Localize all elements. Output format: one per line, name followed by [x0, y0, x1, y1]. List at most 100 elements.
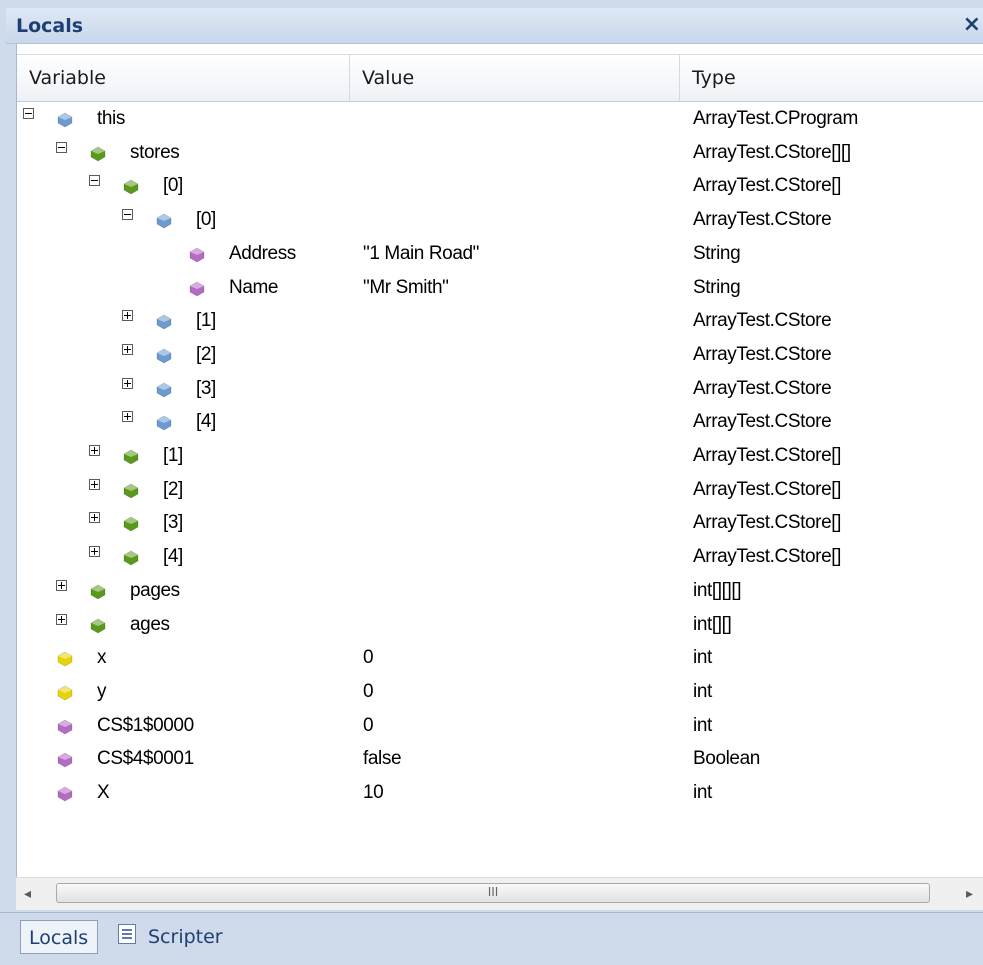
- window-title: Locals: [16, 15, 84, 37]
- column-header-value[interactable]: Value: [350, 55, 680, 101]
- variable-value: 0: [363, 647, 374, 668]
- expand-plus-icon[interactable]: [89, 479, 100, 490]
- tree-row[interactable]: X 10 int: [17, 776, 983, 810]
- variable-type: ArrayTest.CStore[]: [693, 546, 842, 567]
- tree-row[interactable]: [4] ArrayTest.CStore: [17, 405, 983, 439]
- tree-row[interactable]: stores ArrayTest.CStore[][]: [17, 136, 983, 170]
- variable-value: "1 Main Road": [363, 243, 480, 264]
- variable-name: [0]: [163, 175, 183, 196]
- variable-type: ArrayTest.CStore: [693, 209, 832, 230]
- collapse-minus-icon[interactable]: [56, 142, 67, 153]
- expand-plus-icon[interactable]: [56, 614, 67, 625]
- locals-window: Locals × Variable Value Type this ArrayTe…: [0, 0, 983, 965]
- tree-row[interactable]: [2] ArrayTest.CStore: [17, 338, 983, 372]
- expand-plus-icon[interactable]: [122, 411, 133, 422]
- collapse-minus-icon[interactable]: [89, 175, 100, 186]
- scroll-left-icon[interactable]: ◂: [24, 886, 31, 902]
- expand-plus-icon[interactable]: [122, 378, 133, 389]
- variable-value: "Mr Smith": [363, 277, 449, 298]
- variable-name: ages: [130, 614, 170, 635]
- expand-plus-icon[interactable]: [89, 512, 100, 523]
- variable-type: int[][][]: [693, 580, 742, 601]
- variable-type: ArrayTest.CStore: [693, 310, 832, 331]
- variable-type: int: [693, 782, 712, 803]
- tree-row[interactable]: Address "1 Main Road" String: [17, 237, 983, 271]
- tree-row[interactable]: [0] ArrayTest.CStore[]: [17, 169, 983, 203]
- scripter-icon: [118, 924, 136, 944]
- tree-row[interactable]: [3] ArrayTest.CStore: [17, 372, 983, 406]
- blue-gem-icon: [156, 314, 172, 330]
- purple-gem-icon: [57, 752, 73, 768]
- variable-type: ArrayTest.CStore: [693, 411, 832, 432]
- scroll-right-icon[interactable]: ▸: [966, 886, 973, 902]
- tree-row[interactable]: CS$4$0001 false Boolean: [17, 742, 983, 776]
- expand-plus-icon[interactable]: [56, 580, 67, 591]
- variable-type: int: [693, 681, 712, 702]
- tree-row[interactable]: [2] ArrayTest.CStore[]: [17, 473, 983, 507]
- variable-type: ArrayTest.CProgram: [693, 108, 858, 129]
- tree-row[interactable]: this ArrayTest.CProgram: [17, 102, 983, 136]
- green-gem-icon: [90, 584, 106, 600]
- tree-row[interactable]: [3] ArrayTest.CStore[]: [17, 506, 983, 540]
- tree-row[interactable]: [0] ArrayTest.CStore: [17, 203, 983, 237]
- variable-name: Name: [229, 277, 279, 298]
- green-gem-icon: [123, 550, 139, 566]
- tab-locals[interactable]: Locals: [20, 920, 98, 954]
- variable-name: [0]: [196, 209, 216, 230]
- variable-value: 0: [363, 681, 374, 702]
- collapse-minus-icon[interactable]: [23, 108, 34, 119]
- collapse-minus-icon[interactable]: [122, 209, 133, 220]
- variable-type: ArrayTest.CStore: [693, 344, 832, 365]
- tree-row[interactable]: x 0 int: [17, 641, 983, 675]
- variable-name: y: [97, 681, 107, 702]
- expand-plus-icon[interactable]: [89, 546, 100, 557]
- tree-row[interactable]: ages int[][]: [17, 608, 983, 642]
- tab-locals-label: Locals: [29, 927, 89, 949]
- variable-value: 0: [363, 715, 374, 736]
- purple-gem-icon: [189, 247, 205, 263]
- green-gem-icon: [123, 179, 139, 195]
- horizontal-scrollbar[interactable]: ◂ III ▸: [16, 877, 983, 910]
- tree-row[interactable]: [1] ArrayTest.CStore[]: [17, 439, 983, 473]
- variable-type: String: [693, 277, 741, 298]
- blue-gem-icon: [156, 213, 172, 229]
- yellow-gem-icon: [57, 685, 73, 701]
- tree-row[interactable]: [4] ArrayTest.CStore[]: [17, 540, 983, 574]
- tree-row[interactable]: y 0 int: [17, 675, 983, 709]
- variable-name: [3]: [163, 512, 183, 533]
- scrollbar-thumb[interactable]: III: [56, 883, 930, 903]
- purple-gem-icon: [189, 281, 205, 297]
- variable-type: Boolean: [693, 748, 760, 769]
- variable-value: false: [363, 748, 402, 769]
- expand-plus-icon[interactable]: [122, 344, 133, 355]
- tree-row[interactable]: Name "Mr Smith" String: [17, 271, 983, 305]
- variable-type: int: [693, 647, 712, 668]
- variable-name: Address: [229, 243, 296, 264]
- variable-name: [2]: [196, 344, 216, 365]
- expand-plus-icon[interactable]: [122, 310, 133, 321]
- variable-name: [2]: [163, 479, 183, 500]
- title-bar: Locals ×: [6, 8, 983, 44]
- variable-name: [4]: [163, 546, 183, 567]
- close-icon[interactable]: ×: [963, 12, 981, 37]
- variable-type: ArrayTest.CStore: [693, 378, 832, 399]
- column-header-type[interactable]: Type: [680, 55, 983, 101]
- tree-row[interactable]: pages int[][][]: [17, 574, 983, 608]
- variable-name: stores: [130, 142, 180, 163]
- variable-type: ArrayTest.CStore[]: [693, 479, 842, 500]
- variable-name: [4]: [196, 411, 216, 432]
- variable-type: ArrayTest.CStore[]: [693, 175, 842, 196]
- column-header-row: Variable Value Type: [17, 54, 983, 102]
- expand-plus-icon[interactable]: [89, 445, 100, 456]
- green-gem-icon: [123, 483, 139, 499]
- tree-row[interactable]: CS$1$0000 0 int: [17, 709, 983, 743]
- variable-name: [1]: [196, 310, 216, 331]
- blue-gem-icon: [156, 415, 172, 431]
- locals-grid: Variable Value Type this ArrayTest.CProgr…: [16, 44, 983, 877]
- bottom-tab-bar: Locals Scripter: [0, 912, 983, 965]
- tab-scripter-label: Scripter: [148, 926, 223, 948]
- variable-type: ArrayTest.CStore[][]: [693, 142, 851, 163]
- scrollbar-grip-icon: III: [487, 885, 499, 899]
- column-header-variable[interactable]: Variable: [17, 55, 350, 101]
- tree-row[interactable]: [1] ArrayTest.CStore: [17, 304, 983, 338]
